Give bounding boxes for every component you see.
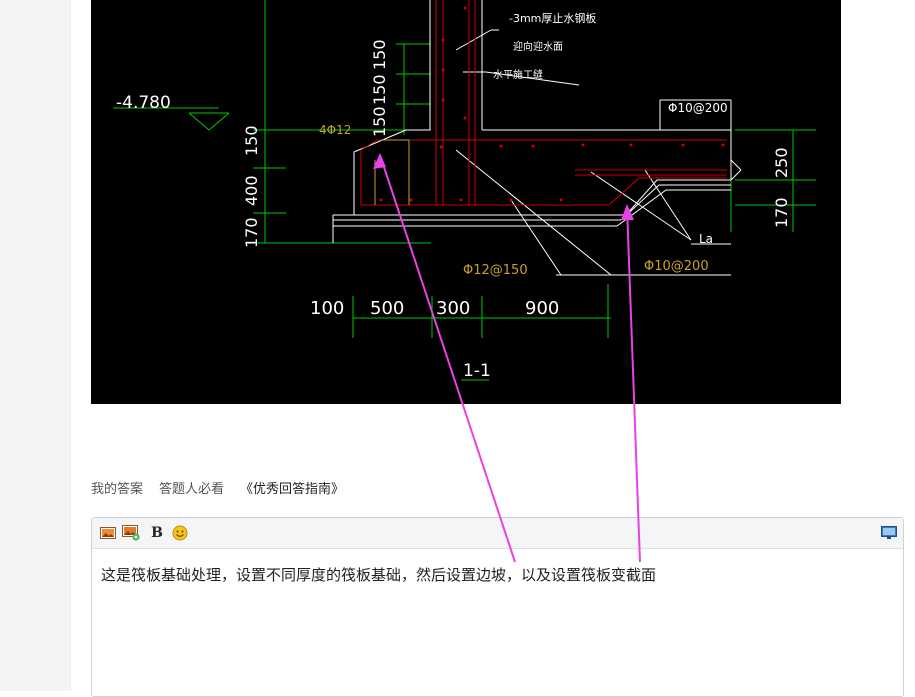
dim-left-vertical-4: 150	[242, 125, 261, 156]
elevation-label: -4.780	[116, 93, 171, 113]
bold-button[interactable]: B	[148, 524, 166, 542]
my-answer-link[interactable]: 我的答案	[91, 482, 143, 497]
section-label: 1-1	[463, 361, 491, 381]
left-gutter	[0, 0, 71, 691]
dim-horizontal-1: 100	[310, 298, 344, 319]
joint-note: 水平施工缝	[493, 68, 543, 81]
answer-guide-link[interactable]: 《优秀回答指南》	[240, 482, 344, 497]
rebar-bottom-right-label: Φ10@200	[644, 259, 709, 274]
steel-plate-note: -3mm厚止水钢板	[509, 11, 596, 25]
dim-left-vertical-2: 150	[370, 74, 389, 105]
answer-bar: 我的答案 答题人必看 《优秀回答指南》	[91, 478, 344, 497]
emoji-icon[interactable]	[171, 524, 189, 542]
editor-content[interactable]: 这是筏板基础处理，设置不同厚度的筏板基础，然后设置边坡，以及设置筏板变截面	[101, 564, 656, 585]
dim-horizontal-3: 300	[436, 298, 470, 319]
image-icon[interactable]	[99, 524, 117, 542]
dim-left-vertical-3: 150	[370, 106, 389, 137]
answer-editor[interactable]: B 这是筏板基础处理，设置不同厚度的筏板基础，然后设置边坡，以及设置筏板变截面	[91, 517, 904, 697]
dim-right-vertical-2: 170	[772, 197, 791, 228]
dim-horizontal-4: 900	[525, 298, 559, 319]
must-read-link[interactable]: 答题人必看	[159, 482, 224, 497]
dim-left-vertical-6: 170	[242, 217, 261, 248]
cad-drawing-image: -4.780 -3mm厚止水钢板 迎向迎水面 水平施工缝 Φ10@200 4Φ1…	[91, 0, 841, 404]
dim-left-vertical-1: 150	[370, 39, 389, 70]
dim-horizontal-2: 500	[370, 298, 404, 319]
dim-left-vertical-5: 400	[242, 175, 261, 206]
waterproof-note: 迎向迎水面	[513, 40, 563, 53]
insert-image-icon[interactable]	[122, 524, 140, 542]
preview-icon[interactable]	[880, 524, 898, 542]
editor-toolbar: B	[92, 518, 903, 549]
rebar-bottom-left-label: Φ12@150	[463, 263, 528, 278]
anchor-label: La	[699, 232, 713, 246]
rebar-corner-label: 4Φ12	[319, 123, 351, 137]
dim-right-vertical-1: 250	[772, 147, 791, 178]
rebar-top-label: Φ10@200	[668, 101, 728, 115]
